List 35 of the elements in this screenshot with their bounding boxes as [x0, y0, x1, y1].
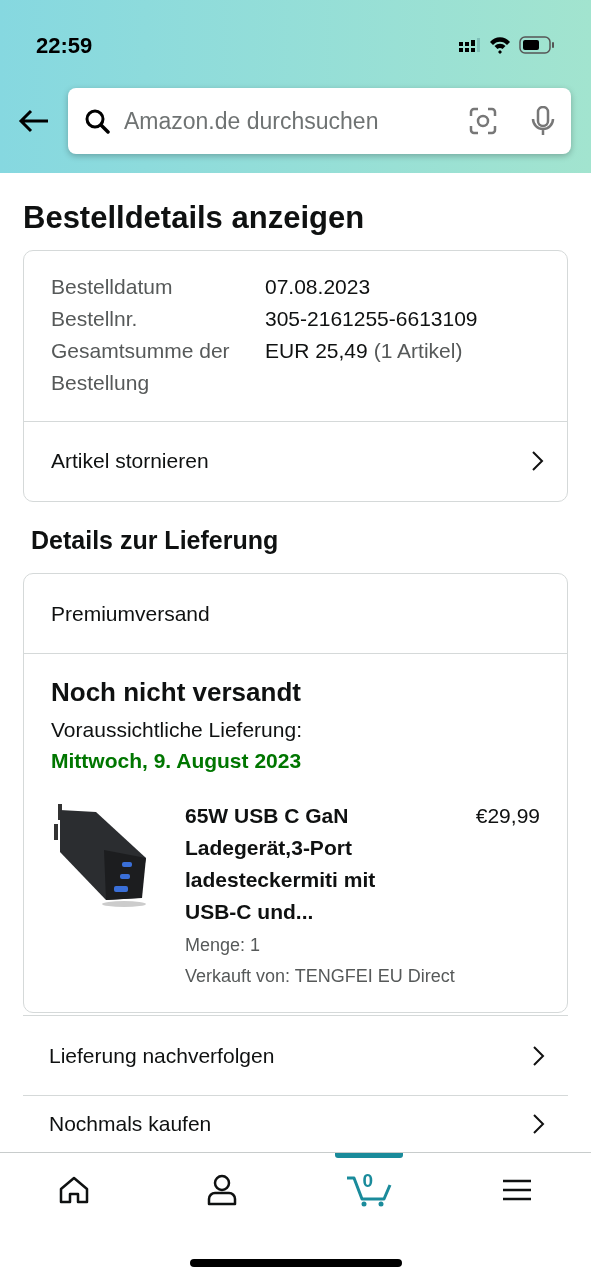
field-label: Gesamtsumme der Bestellung [51, 337, 231, 396]
selected-indicator [335, 1153, 404, 1158]
search-icon [84, 108, 110, 134]
battery-icon [519, 36, 555, 54]
nav-tab[interactable]: 0 [295, 1153, 444, 1227]
field-value: 305-2161255-6613109 [265, 305, 478, 332]
field-value: 07.08.2023 [265, 273, 371, 300]
field-label: Bestellnr. [51, 305, 139, 332]
microphone-icon[interactable] [531, 106, 555, 136]
link-row[interactable]: Lieferung nachverfolgen [23, 1015, 568, 1095]
cart-count: 0 [362, 1171, 374, 1190]
shipping-method: Premiumversand [51, 600, 210, 627]
quantity: Menge: 1 [185, 934, 262, 957]
status-time: 22:59 [36, 31, 93, 60]
shipment-status: Noch nicht versandt [51, 676, 302, 709]
link-row[interactable]: Nochmals kaufen [23, 1095, 568, 1151]
person-icon [206, 1174, 237, 1206]
search-input[interactable]: Amazon.de durchsuchen [124, 103, 455, 139]
product-title[interactable]: 65W USB C GaN Ladegerät,3-Port ladesteckermiti mit USB-C und... [185, 800, 417, 928]
cancel-items-row[interactable]: Artikel stornieren [24, 420, 567, 501]
camera-icon[interactable] [469, 107, 497, 135]
field-label: Bestelldatum [51, 273, 174, 300]
menu-icon [502, 1178, 533, 1202]
home-icon [58, 1176, 89, 1204]
delivery-estimate-label: Voraussichtliche Lieferung: [51, 717, 303, 743]
page-title: Bestelldetails anzeigen [23, 199, 366, 237]
product-price: €29,99 [475, 803, 540, 829]
item-count: (1 Artikel) [373, 337, 463, 364]
search-field[interactable]: Amazon.de durchsuchen [68, 88, 571, 154]
signal-icon [459, 37, 481, 53]
delivery-date: Mittwoch, 9. August 2023 [51, 748, 303, 774]
field-value: EUR 25,49 [265, 337, 368, 364]
seller: Verkauft von: TENGFEI EU Direct [185, 965, 456, 988]
wifi-icon [489, 36, 511, 54]
section-heading: Details zur Lieferung [30, 524, 280, 556]
